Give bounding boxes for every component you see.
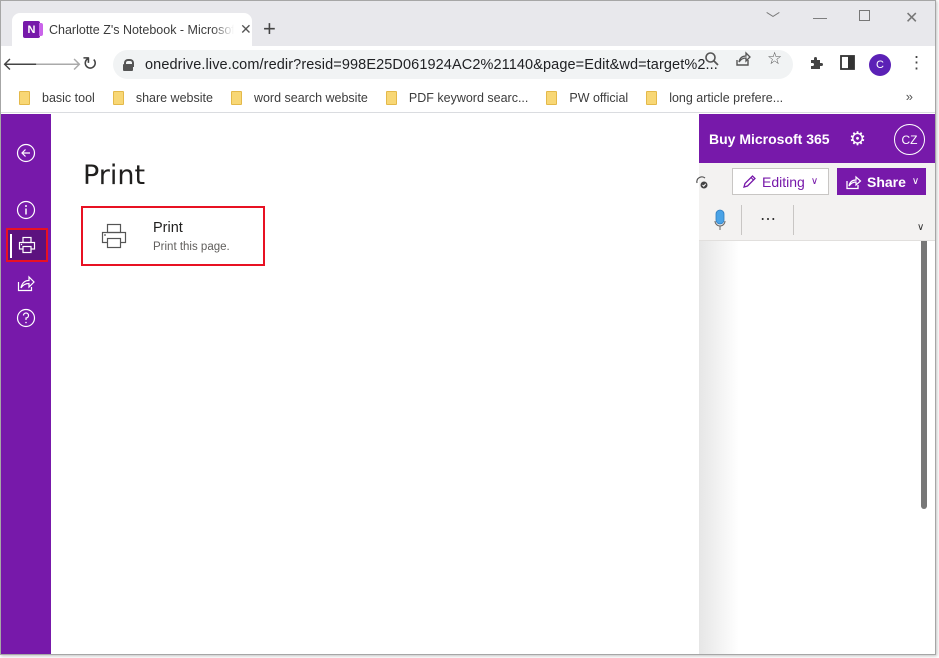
tab-strip: N Charlotte Z's Notebook - Microsoft One… <box>1 1 935 46</box>
browser-toolbar: 🡐 🡒 ↻ onedrive.live.com/redir?resid=998E… <box>1 46 935 83</box>
bookmark-star-icon[interactable]: ☆ <box>767 49 782 69</box>
extensions-icon[interactable] <box>808 55 824 76</box>
bookmarks-bar: basic tool share website word search web… <box>1 83 935 113</box>
back-button[interactable] <box>5 136 47 170</box>
folder-icon <box>385 90 397 105</box>
tab-close-icon[interactable]: ✕ <box>240 21 252 38</box>
folder-icon <box>546 90 558 105</box>
settings-gear-icon[interactable]: ⚙ <box>849 128 866 151</box>
ribbon-divider <box>741 205 742 235</box>
editing-mode-button[interactable]: Editing ∨ <box>732 168 829 195</box>
share-nav-button[interactable] <box>5 266 47 300</box>
print-option-title: Print <box>153 220 183 236</box>
user-avatar[interactable]: CZ <box>894 124 925 155</box>
ribbon: Editing ∨ Share ∨ ⋯ ∨ <box>696 163 935 241</box>
help-icon <box>16 308 36 328</box>
folder-icon <box>112 90 124 105</box>
browser-menu-icon[interactable]: ⋮ <box>908 53 925 73</box>
reload-button[interactable]: ↻ <box>78 52 102 76</box>
lock-icon[interactable] <box>123 58 134 71</box>
panel-shadow <box>699 241 739 654</box>
printer-icon <box>18 236 36 254</box>
tab-title: Charlotte Z's Notebook - Microsoft OneNo… <box>49 22 234 37</box>
bookmark-item[interactable]: share website <box>112 90 213 105</box>
address-bar[interactable]: onedrive.live.com/redir?resid=998E25D061… <box>113 50 793 79</box>
info-icon <box>16 200 36 220</box>
new-tab-button[interactable]: + <box>263 17 276 41</box>
forward-button[interactable]: 🡒 <box>34 52 82 76</box>
chevron-down-icon: ∨ <box>911 176 920 187</box>
editing-label: Editing <box>762 173 805 190</box>
bookmark-item[interactable]: PDF keyword searc... <box>385 90 528 105</box>
bookmarks-overflow-button[interactable]: » <box>906 89 913 104</box>
maximize-icon[interactable] <box>859 10 870 21</box>
backstage-rail <box>1 114 51 654</box>
onenote-background: Buy Microsoft 365 ⚙ CZ Editing ∨ Share ∨ <box>696 114 935 654</box>
minimize-icon[interactable]: — <box>813 9 827 25</box>
dictate-microphone-icon[interactable] <box>714 209 726 231</box>
side-panel-icon[interactable] <box>840 55 855 75</box>
folder-icon <box>230 90 242 105</box>
ribbon-divider <box>793 205 794 235</box>
back-arrow-icon <box>16 143 36 163</box>
info-button[interactable] <box>5 193 47 227</box>
browser-window: N Charlotte Z's Notebook - Microsoft One… <box>0 0 936 655</box>
print-option-description: Print this page. <box>153 241 230 253</box>
sync-status-icon <box>696 176 708 189</box>
app-header: Buy Microsoft 365 ⚙ CZ <box>699 114 935 163</box>
bookmark-item[interactable]: basic tool <box>19 90 95 105</box>
more-options-button[interactable]: ⋯ <box>760 209 777 229</box>
share-button[interactable]: Share ∨ <box>837 168 926 195</box>
profile-avatar[interactable]: C <box>869 54 891 76</box>
tab-search-chevron-icon[interactable]: ﹀ <box>766 9 780 29</box>
print-nav-button[interactable] <box>6 228 48 262</box>
ribbon-expand-chevron-icon[interactable]: ∨ <box>917 222 924 233</box>
onenote-icon: N <box>23 21 43 38</box>
url-text[interactable]: onedrive.live.com/redir?resid=998E25D061… <box>145 57 718 73</box>
folder-icon <box>19 90 30 105</box>
print-option-button[interactable]: Print Print this page. <box>81 206 265 266</box>
help-button[interactable] <box>5 301 47 335</box>
onenote-app: Print Print Print this page. Buy Microso… <box>1 114 935 654</box>
buy-microsoft-365-link[interactable]: Buy Microsoft 365 <box>709 131 830 147</box>
bookmark-item[interactable]: word search website <box>230 90 368 105</box>
share-label: Share <box>867 173 906 190</box>
print-panel: Print Print Print this page. <box>51 114 699 654</box>
printer-icon <box>101 223 127 249</box>
share-icon <box>846 175 862 189</box>
search-icon[interactable] <box>704 51 720 71</box>
share-icon <box>17 275 35 292</box>
bookmark-item[interactable]: PW official <box>546 90 628 105</box>
panel-title: Print <box>83 160 146 191</box>
share-page-icon[interactable] <box>735 51 751 71</box>
window-close-icon[interactable]: ✕ <box>905 8 918 28</box>
pencil-icon <box>743 174 756 188</box>
bookmark-item[interactable]: long article prefere... <box>646 90 783 105</box>
browser-tab[interactable]: N Charlotte Z's Notebook - Microsoft One… <box>12 13 252 46</box>
chevron-down-icon: ∨ <box>810 176 819 187</box>
page-scrollbar[interactable] <box>921 241 927 509</box>
folder-icon <box>646 90 658 105</box>
